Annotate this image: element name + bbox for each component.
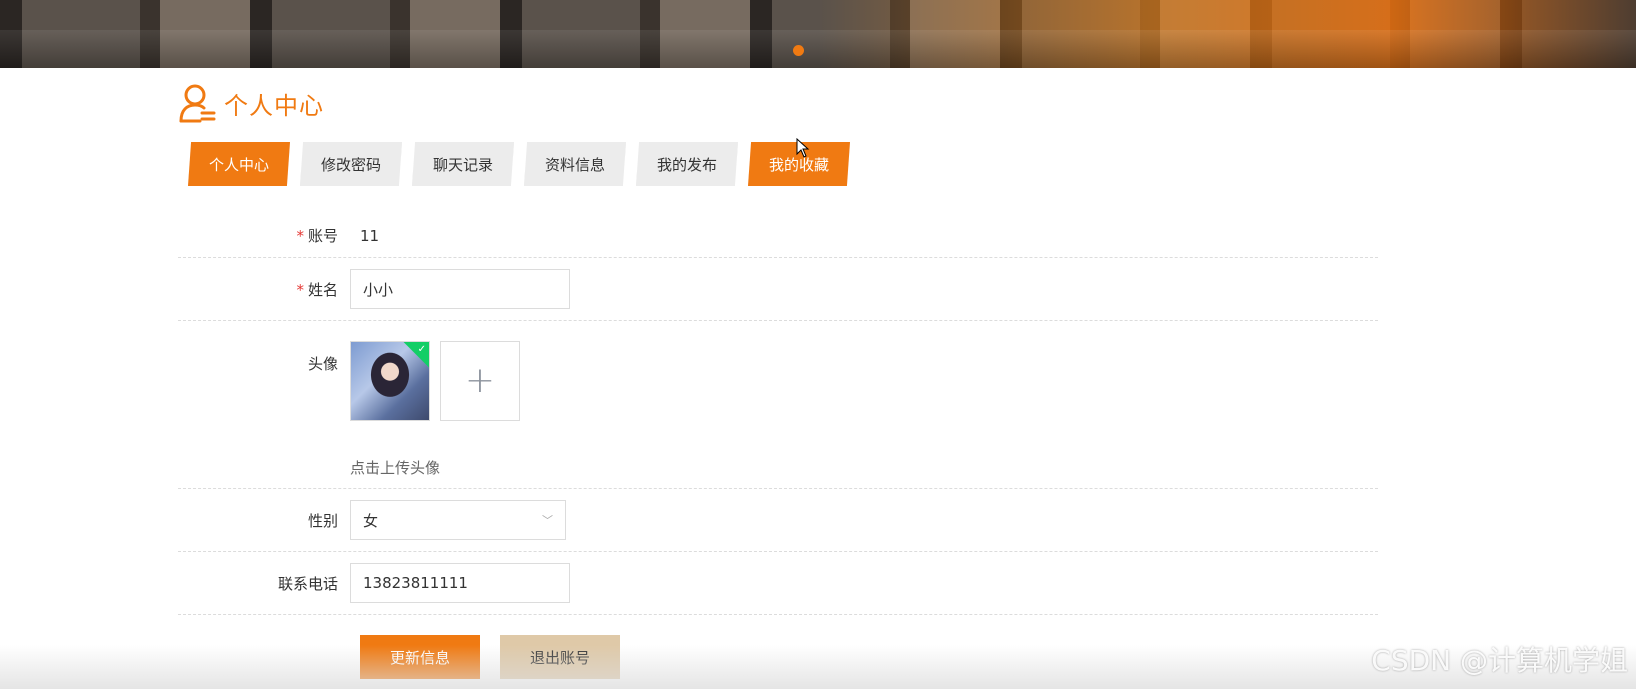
gender-selected-value: 女: [363, 511, 379, 530]
check-icon: ✓: [417, 344, 426, 355]
mouse-cursor-icon: [796, 138, 810, 158]
tab-my-posts[interactable]: 我的发布: [636, 142, 738, 186]
logout-button[interactable]: 退出账号: [500, 635, 620, 679]
avatar-label: 头像: [307, 355, 338, 373]
chevron-down-icon: ﹀: [542, 514, 553, 527]
phone-label: 联系电话: [277, 574, 338, 593]
avatar-upload-area: ✓ + 点击上传头像: [350, 341, 520, 478]
page-title: 个人中心: [178, 82, 324, 124]
name-input[interactable]: [350, 269, 570, 309]
account-label: * 账号: [296, 227, 338, 245]
upload-hint: 点击上传头像: [350, 459, 441, 477]
form-row-phone: 联系电话: [178, 552, 1378, 615]
form-row-gender: 性别 女 ﹀: [178, 489, 1378, 552]
gender-select[interactable]: 女 ﹀: [350, 500, 566, 540]
form-row-account: * 账号 11: [178, 214, 1378, 258]
page-title-text: 个人中心: [224, 91, 324, 120]
tab-profile[interactable]: 个人中心: [188, 142, 290, 186]
tab-bar: 个人中心 修改密码 聊天记录 资料信息 我的发布 我的收藏: [188, 142, 850, 188]
watermark: CSDN @计算机学姐: [1371, 644, 1628, 677]
banner-carousel: [0, 0, 1636, 68]
form-row-avatar: 头像 ✓ + 点击上传头像: [178, 321, 1378, 489]
form-actions: 更新信息 退出账号: [178, 615, 1378, 679]
avatar-thumbnail[interactable]: ✓: [350, 341, 430, 421]
avatar-list: ✓ +: [350, 341, 520, 421]
tab-chat-history[interactable]: 聊天记录: [412, 142, 514, 186]
tab-change-password[interactable]: 修改密码: [300, 142, 402, 186]
required-mark: *: [296, 280, 304, 299]
gender-label: 性别: [307, 511, 338, 530]
user-profile-icon: [179, 84, 216, 123]
phone-input[interactable]: [350, 563, 570, 603]
update-info-button[interactable]: 更新信息: [360, 635, 480, 679]
required-mark: *: [296, 227, 304, 245]
avatar-upload-button[interactable]: +: [440, 341, 520, 421]
plus-icon: +: [464, 360, 496, 401]
form-row-name: * 姓名: [178, 258, 1378, 321]
carousel-indicator-dot[interactable]: [793, 45, 804, 56]
account-value: 11: [360, 226, 380, 245]
tab-info[interactable]: 资料信息: [524, 142, 626, 186]
name-label: * 姓名: [296, 280, 338, 299]
profile-form: *账号 11 *姓名 头像 ✓ + 点击上传头像 性别 女: [178, 214, 1378, 679]
